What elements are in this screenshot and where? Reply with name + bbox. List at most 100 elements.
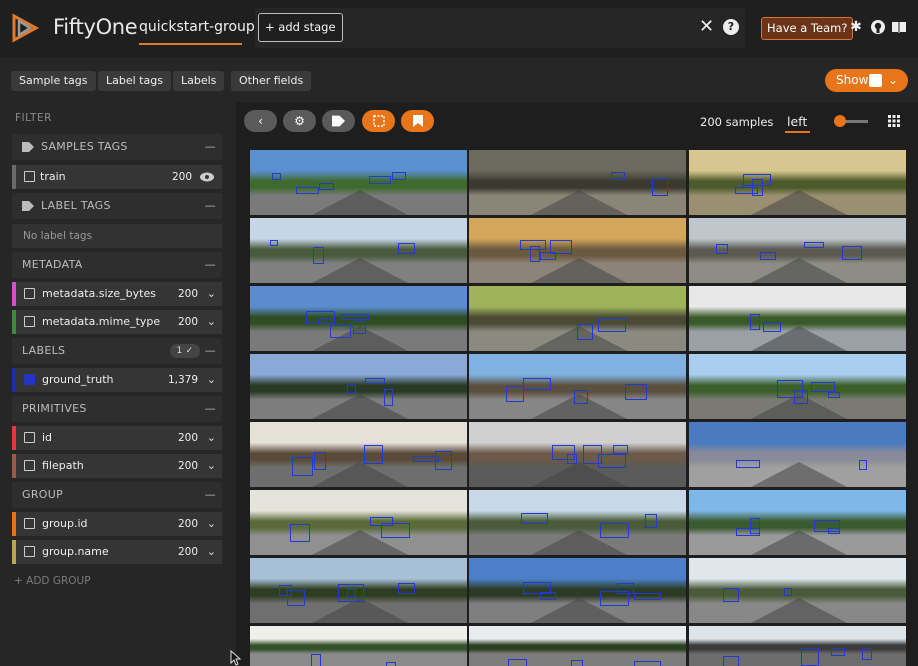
- sample-tile[interactable]: [250, 354, 467, 419]
- sample-tile[interactable]: [689, 490, 906, 555]
- sidebar-item-mime-type[interactable]: metadata.mime_type 200 ⌄: [12, 310, 222, 334]
- detection-box: [715, 244, 728, 254]
- detection-box: [317, 318, 332, 324]
- road: [529, 258, 629, 283]
- group-slice-selector[interactable]: left: [787, 114, 807, 129]
- fiftyone-logo[interactable]: [10, 12, 42, 44]
- section-label-tags[interactable]: LABEL TAGS —: [12, 193, 222, 219]
- checkbox[interactable]: [24, 432, 35, 443]
- close-icon[interactable]: ✕: [699, 16, 714, 37]
- color-bar: [12, 282, 16, 306]
- github-icon[interactable]: [870, 19, 886, 35]
- sample-tile[interactable]: [469, 286, 686, 351]
- chevron-down-icon[interactable]: ⌄: [207, 426, 216, 450]
- chevron-down-icon[interactable]: ⌄: [207, 540, 216, 564]
- checkbox[interactable]: [24, 518, 35, 529]
- eye-icon[interactable]: [200, 172, 214, 182]
- section-metadata[interactable]: METADATA —: [12, 252, 222, 278]
- sample-tile[interactable]: [689, 286, 906, 351]
- section-title: METADATA: [22, 258, 83, 271]
- checkbox[interactable]: [24, 288, 35, 299]
- section-group[interactable]: GROUP —: [12, 482, 222, 508]
- chevron-down-icon[interactable]: ⌄: [207, 512, 216, 536]
- mouse-cursor: [230, 650, 242, 666]
- sample-tile[interactable]: [250, 490, 467, 555]
- chevron-down-icon[interactable]: ⌄: [207, 454, 216, 478]
- sample-tile[interactable]: [689, 558, 906, 623]
- section-labels[interactable]: LABELS 1 ✓ —: [12, 338, 222, 364]
- collapse-icon[interactable]: —: [205, 252, 216, 278]
- tab-sample-tags[interactable]: Sample tags: [11, 71, 96, 91]
- detection-box: [597, 318, 626, 332]
- sample-tile[interactable]: [250, 218, 467, 283]
- samples-grid-panel: ‹ ⚙ 200 samples left: [236, 102, 918, 666]
- section-primitives[interactable]: PRIMITIVES —: [12, 396, 222, 422]
- tag-button[interactable]: [322, 110, 355, 132]
- sample-tile[interactable]: [469, 354, 686, 419]
- detection-box: [529, 246, 540, 262]
- detection-box: [290, 524, 311, 542]
- sample-tile[interactable]: [689, 422, 906, 487]
- dataset-selector[interactable]: quickstart-groups: [139, 19, 262, 35]
- chevron-down-icon[interactable]: ⌄: [207, 368, 216, 392]
- view-stage-bar[interactable]: + add stage ✕ ?: [255, 8, 745, 48]
- sample-tile[interactable]: [469, 558, 686, 623]
- sidebar-item-train[interactable]: train 200: [12, 165, 222, 189]
- labels-badge[interactable]: 1 ✓: [170, 344, 200, 358]
- add-stage-button[interactable]: + add stage: [258, 13, 343, 42]
- chevron-down-icon[interactable]: ⌄: [207, 310, 216, 334]
- docs-icon[interactable]: [891, 19, 907, 35]
- have-a-team-button[interactable]: Have a Team?: [761, 17, 854, 40]
- color-bar: [12, 368, 16, 392]
- bookmark-button[interactable]: [401, 110, 434, 132]
- section-sample-tags[interactable]: SAMPLES TAGS —: [12, 134, 222, 160]
- sample-tile[interactable]: [469, 218, 686, 283]
- sample-tile[interactable]: [469, 490, 686, 555]
- detection-box: [831, 648, 846, 656]
- slack-icon[interactable]: ✱: [848, 19, 864, 35]
- sample-tile[interactable]: [250, 626, 467, 666]
- sidebar-item-filepath[interactable]: filepath 200 ⌄: [12, 454, 222, 478]
- collapse-icon[interactable]: —: [205, 193, 216, 219]
- tab-other-fields[interactable]: Other fields: [231, 71, 312, 91]
- detection-box: [616, 583, 634, 594]
- sample-tile[interactable]: [250, 150, 467, 215]
- help-icon[interactable]: ?: [723, 19, 739, 35]
- checkbox[interactable]: [24, 546, 35, 557]
- sample-tile[interactable]: [689, 218, 906, 283]
- zoom-slider-handle[interactable]: [834, 115, 846, 127]
- sidebar-item-id[interactable]: id 200 ⌄: [12, 426, 222, 450]
- checkbox[interactable]: [24, 460, 35, 471]
- sample-tile[interactable]: [250, 422, 467, 487]
- checkbox[interactable]: [24, 171, 35, 182]
- sample-tile[interactable]: [689, 626, 906, 666]
- sample-tile[interactable]: [689, 354, 906, 419]
- back-button[interactable]: ‹: [244, 110, 277, 132]
- settings-icon[interactable]: ⚙: [283, 110, 316, 132]
- checkbox[interactable]: [24, 316, 35, 327]
- collapse-icon[interactable]: —: [205, 396, 216, 422]
- detection-box: [310, 654, 321, 666]
- sidebar-item-group-id[interactable]: group.id 200 ⌄: [12, 512, 222, 536]
- grid-icon[interactable]: [888, 115, 900, 127]
- patches-button[interactable]: [362, 110, 395, 132]
- sample-tile[interactable]: [469, 150, 686, 215]
- sidebar-item-size-bytes[interactable]: metadata.size_bytes 200 ⌄: [12, 282, 222, 306]
- sample-tile[interactable]: [469, 626, 686, 666]
- sidebar-item-ground-truth[interactable]: ground_truth 1,379 ⌄: [12, 368, 222, 392]
- sample-tile[interactable]: [469, 422, 686, 487]
- sample-tile[interactable]: [689, 150, 906, 215]
- chevron-down-icon[interactable]: ⌄: [207, 282, 216, 306]
- sample-tile[interactable]: [250, 286, 467, 351]
- tab-labels[interactable]: Labels: [173, 71, 225, 91]
- collapse-icon[interactable]: —: [205, 482, 216, 508]
- add-group-button[interactable]: + ADD GROUP: [14, 575, 91, 587]
- tab-label-tags[interactable]: Label tags: [98, 71, 171, 91]
- collapse-icon[interactable]: —: [205, 338, 216, 364]
- show-button[interactable]: Show ⌄: [825, 69, 908, 92]
- sidebar-item-group-name[interactable]: group.name 200 ⌄: [12, 540, 222, 564]
- sample-tile[interactable]: [250, 558, 467, 623]
- detection-box: [800, 648, 819, 666]
- collapse-icon[interactable]: —: [205, 134, 216, 160]
- checkbox-checked[interactable]: [24, 374, 35, 385]
